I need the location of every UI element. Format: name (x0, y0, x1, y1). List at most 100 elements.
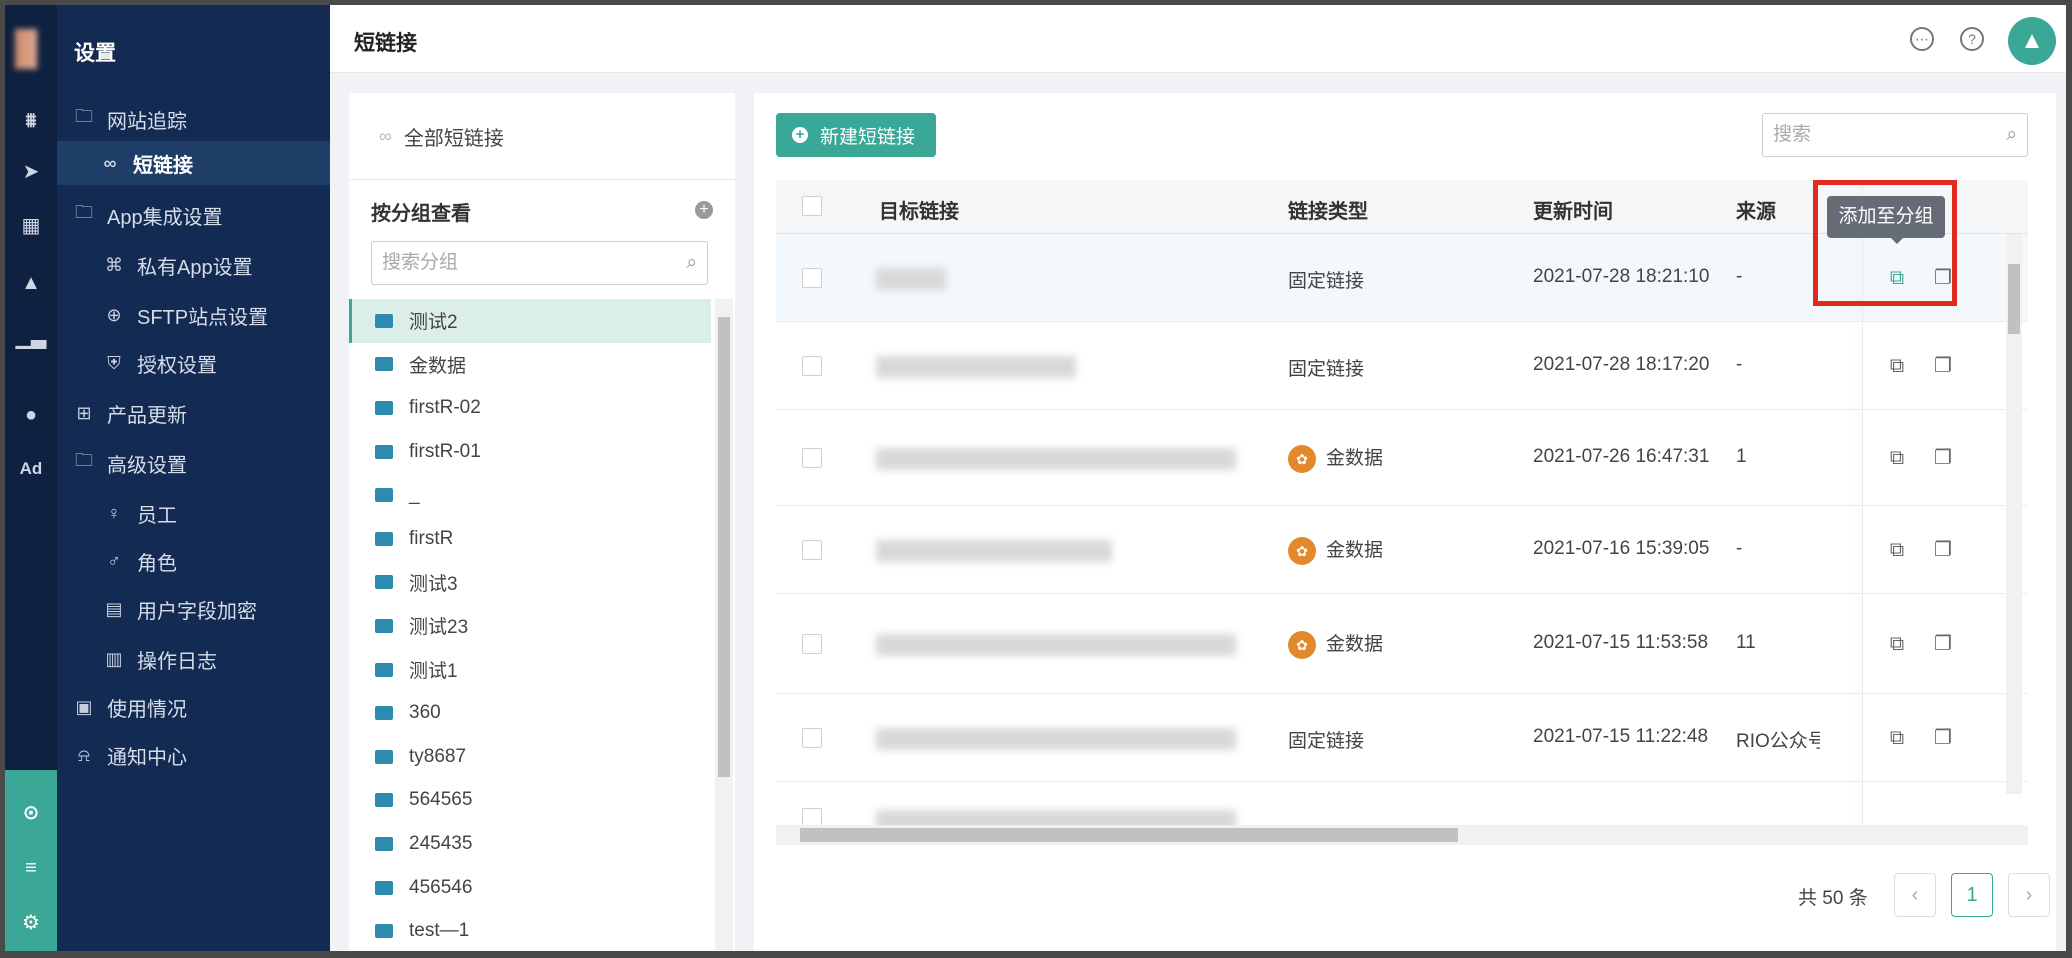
sidebar-item-sftp[interactable]: ⊕ SFTP站点设置 (57, 293, 330, 337)
select-all-checkbox[interactable] (802, 196, 822, 216)
group-list-scrollbar[interactable] (715, 299, 733, 951)
table-row[interactable]: ✿ 金数据 2021-07-15 11:53:58 11 ⧉ ❐ (776, 594, 2028, 694)
group-item[interactable]: 金数据 (349, 343, 711, 387)
row-checkbox[interactable] (802, 540, 822, 560)
updated-time: 2021-07-16 15:39:05 (1533, 538, 1710, 559)
group-header: 按分组查看 (371, 203, 471, 225)
table-row[interactable]: 固定链接 2021-07-15 11:22:48 RIO公众号 ⧉ ❐ (776, 694, 2028, 782)
sidebar-item-usage[interactable]: ▣ 使用情况 (57, 685, 330, 729)
copy-icon[interactable]: ❐ (1932, 447, 1954, 469)
folder-icon (375, 924, 393, 939)
chat-icon[interactable]: ⋯ (1910, 27, 1934, 51)
avatar[interactable]: ▲ (2008, 17, 2056, 65)
row-checkbox[interactable] (802, 268, 822, 288)
group-item[interactable]: 测试23 (349, 604, 711, 648)
add-group-icon[interactable]: + (695, 201, 713, 219)
sidebar-item-advanced[interactable]: 🗀 高级设置 (57, 441, 330, 485)
group-item[interactable]: 360 (349, 691, 711, 735)
add-to-group-icon[interactable]: ⧉ (1886, 633, 1908, 655)
row-checkbox[interactable] (802, 728, 822, 748)
group-item[interactable]: 测试1 (349, 648, 711, 692)
sidebar-item-authorization[interactable]: ⛨ 授权设置 (57, 341, 330, 385)
col-updated-time: 更新时间 (1533, 201, 1613, 223)
shop-icon[interactable]: ⩩ (5, 101, 57, 141)
new-short-link-button[interactable]: + 新建短链接 (776, 113, 936, 157)
users-icon: ♂ (107, 550, 121, 571)
sidebar-item-private-app[interactable]: ⌘ 私有App设置 (57, 243, 330, 287)
copy-icon[interactable]: ❐ (1932, 539, 1954, 561)
layout-icon[interactable]: ▦ (5, 205, 57, 245)
copy-icon[interactable]: ❐ (1932, 727, 1954, 749)
sidebar-item-notifications[interactable]: ⍾ 通知中心 (57, 733, 330, 777)
copy-icon[interactable]: ❐ (1932, 633, 1954, 655)
user-icon[interactable]: ▲ (5, 263, 57, 303)
group-item[interactable]: ty8687 (349, 735, 711, 779)
scrollbar-thumb[interactable] (718, 317, 730, 777)
page-1-button[interactable]: 1 (1951, 873, 1993, 917)
source: 11 (1736, 632, 1756, 653)
source: - (1736, 354, 1743, 375)
group-item[interactable]: 564565 (349, 779, 711, 823)
scrollbar-thumb[interactable] (2008, 264, 2020, 334)
all-short-links[interactable]: ∞ 全部短链接 (349, 93, 735, 180)
updated-time: 2021-07-15 11:22:48 (1533, 726, 1709, 747)
table-row[interactable]: ✿ 金数据 2021-07-16 15:39:05 - ⧉ ❐ (776, 506, 2028, 594)
server-icon[interactable]: ≡ (5, 848, 57, 888)
sidebar-item-product-updates[interactable]: ⊞ 产品更新 (57, 391, 330, 435)
ad-icon[interactable]: Ad (5, 449, 57, 489)
folder-icon (375, 444, 393, 459)
blurred-target-link (876, 728, 1236, 750)
help-icon[interactable]: ? (1960, 27, 1984, 51)
folder-icon (375, 618, 393, 633)
sidebar-item-roles[interactable]: ♂ 角色 (57, 539, 330, 583)
wechat-icon[interactable]: ● (5, 395, 57, 435)
row-checkbox[interactable] (802, 634, 822, 654)
add-to-group-icon[interactable]: ⧉ (1886, 447, 1908, 469)
table-row[interactable]: ✿ 金数据 2021-07-26 16:47:31 1 ⧉ ❐ (776, 410, 2028, 506)
blurred-target-link (876, 540, 1112, 562)
group-item[interactable]: 456546 (349, 866, 711, 910)
table-vertical-scrollbar[interactable] (2006, 234, 2022, 794)
sidebar-item-short-link[interactable]: ∞ 短链接 (57, 141, 330, 185)
sidebar-item-app-integration[interactable]: 🗀 App集成设置 (57, 193, 330, 237)
prev-page-button[interactable]: ‹ (1894, 873, 1936, 917)
row-checkbox[interactable] (802, 448, 822, 468)
folder-icon: 🗀 (75, 450, 93, 470)
sidebar-item-field-encryption[interactable]: ▤ 用户字段加密 (57, 587, 330, 631)
group-item[interactable]: 测试2 (349, 299, 711, 343)
table-row[interactable]: 固定链接 2021-07-28 18:17:20 - ⧉ ❐ (776, 322, 2028, 410)
globe-icon: ⊕ (106, 304, 122, 325)
blurred-target-link (876, 810, 1236, 825)
next-page-button[interactable]: › (2008, 873, 2050, 917)
group-item[interactable]: 245435 (349, 822, 711, 866)
add-to-group-icon[interactable]: ⧉ (1886, 539, 1908, 561)
user-icon: ♀ (107, 502, 121, 523)
send-icon[interactable]: ➤ (5, 151, 57, 191)
row-checkbox[interactable] (802, 356, 822, 376)
group-item[interactable]: firstR-01 (349, 430, 711, 474)
copy-icon[interactable]: ❐ (1932, 355, 1954, 377)
add-to-group-icon[interactable]: ⧉ (1886, 355, 1908, 377)
group-item[interactable]: test—1 (349, 909, 711, 951)
group-item[interactable]: 测试3 (349, 561, 711, 605)
bar-chart-icon[interactable]: ▁▃ (5, 317, 57, 357)
scrollbar-thumb[interactable] (800, 828, 1458, 842)
folder-icon (375, 793, 393, 808)
table-row[interactable] (776, 782, 2028, 825)
add-to-group-icon[interactable]: ⧉ (1886, 727, 1908, 749)
group-item[interactable]: firstR (349, 517, 711, 561)
group-item[interactable]: _ (349, 473, 711, 517)
sidebar-item-operation-log[interactable]: ▥ 操作日志 (57, 637, 330, 681)
sidebar-item-website-tracking[interactable]: 🗀 网站追踪 (57, 97, 330, 141)
col-link-type: 链接类型 (1288, 201, 1368, 223)
link-search-input[interactable]: 搜索 ⌕ (1762, 113, 2028, 157)
jinshuju-icon: ✿ (1288, 536, 1316, 565)
group-item[interactable]: firstR-02 (349, 386, 711, 430)
group-search-input[interactable]: 搜索分组 ⌕ (371, 241, 708, 285)
table-horizontal-scrollbar[interactable] (776, 825, 2028, 845)
integration-icon[interactable]: ⊙ (5, 792, 57, 832)
gear-icon[interactable]: ⚙ (5, 902, 57, 942)
sidebar-item-staff[interactable]: ♀ 员工 (57, 491, 330, 535)
row-checkbox[interactable] (802, 808, 822, 825)
link-type: ✿ 金数据 (1288, 535, 1383, 565)
